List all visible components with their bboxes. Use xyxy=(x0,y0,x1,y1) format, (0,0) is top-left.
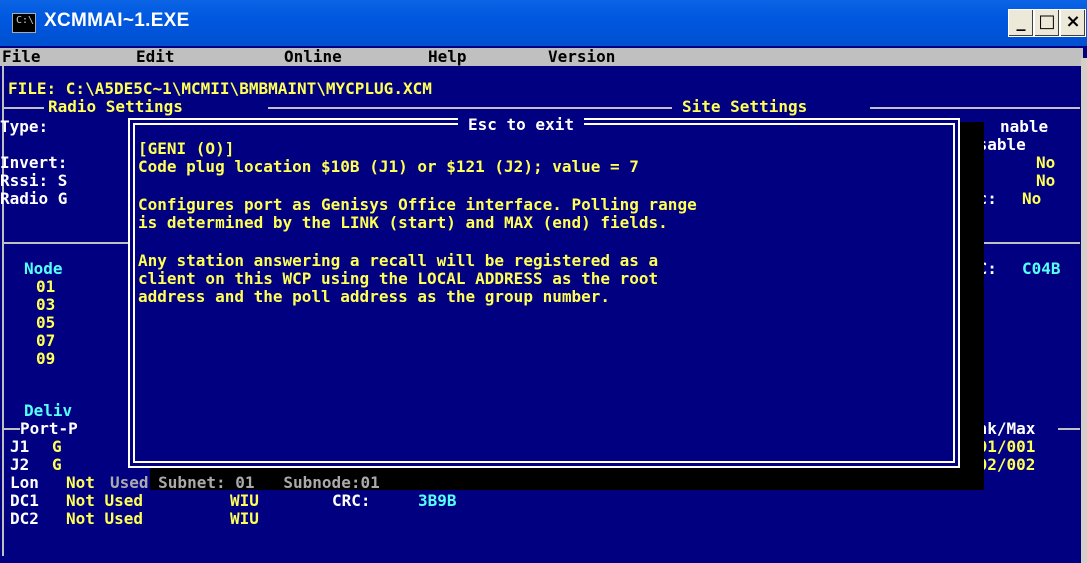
console-icon[interactable]: C:\ xyxy=(12,13,36,33)
frame-left xyxy=(2,66,4,556)
j1-value: G xyxy=(52,437,62,456)
dc1-crc-label: CRC: xyxy=(332,491,371,510)
deliv-label: Deliv xyxy=(24,401,73,420)
radio-settings-header: Radio Settings xyxy=(48,97,183,116)
popup-line: is determined by the LINK (start) and MA… xyxy=(138,213,668,232)
popup-title[interactable]: Esc to exit xyxy=(458,116,584,134)
dc2-label: DC2 xyxy=(10,509,39,528)
help-popup: Esc to exit [GENI (O)] Code plug locatio… xyxy=(128,116,960,468)
menu-file[interactable]: File xyxy=(2,48,41,66)
title-bar[interactable]: C:\ XCMMAI~1.EXE _ □ × xyxy=(0,0,1087,47)
close-button[interactable]: × xyxy=(1060,9,1086,37)
menu-version[interactable]: Version xyxy=(548,48,615,66)
divider xyxy=(268,107,672,109)
ic-value: No xyxy=(1022,189,1042,208)
window-title: XCMMAI~1.EXE xyxy=(44,10,190,31)
console-area: File Edit Online Help Version FILE: C:\A… xyxy=(0,46,1087,563)
maximize-button[interactable]: □ xyxy=(1034,9,1060,37)
console-window: C:\ XCMMAI~1.EXE _ □ × File Edit Online … xyxy=(0,0,1087,563)
radio-g-label: Radio G xyxy=(0,189,68,208)
dc1-used: Not Used xyxy=(66,491,144,510)
node-row: 07 xyxy=(36,331,56,350)
j1-label: J1 xyxy=(10,437,30,456)
j2-label: J2 xyxy=(10,455,30,474)
lon-details: Used Subnet: 01 Subnode:01 xyxy=(110,473,380,492)
divider xyxy=(870,107,1080,109)
menu-bar: File Edit Online Help Version xyxy=(0,48,1083,66)
divider xyxy=(4,428,20,430)
popup-line: Any station answering a recall will be r… xyxy=(138,251,659,270)
popup-line: address and the poll address as the grou… xyxy=(138,287,611,306)
enable-value: No xyxy=(1036,153,1056,172)
lon-used: Not xyxy=(66,473,95,492)
disable-value: No xyxy=(1036,171,1056,190)
site-settings-header: Site Settings xyxy=(682,97,808,116)
file-path: FILE: C:\A5DE5C~1\MCMII\BMBMAINT\MYCPLUG… xyxy=(8,79,432,98)
popup-line: Code plug location $10B (J1) or $121 (J2… xyxy=(138,157,639,176)
lon-label: Lon xyxy=(10,473,39,492)
j2-value: G xyxy=(52,455,62,474)
divider xyxy=(1058,428,1080,430)
dc1-label: DC1 xyxy=(10,491,39,510)
dc2-used: Not Used xyxy=(66,509,144,528)
rssi-label: Rssi: S xyxy=(0,171,68,190)
node-header: Node xyxy=(24,259,63,278)
popup-shadow xyxy=(958,122,984,472)
console-icon-glyph: C:\ xyxy=(16,15,35,26)
node-row: 09 xyxy=(36,349,56,368)
invert-label: Invert: xyxy=(0,153,68,172)
node-row: 01 xyxy=(36,277,56,296)
enable-label: nable xyxy=(1000,117,1049,136)
node-row: 03 xyxy=(36,295,56,314)
dc2-wiu: WIU xyxy=(230,509,259,528)
dc1-wiu: WIU xyxy=(230,491,259,510)
port-header: Port-P xyxy=(20,419,78,438)
popup-line: client on this WCP using the LOCAL ADDRE… xyxy=(138,269,659,288)
type-label: Type: xyxy=(0,117,49,136)
divider xyxy=(4,107,44,109)
node-row: 05 xyxy=(36,313,56,332)
popup-tag: [GENI (O)] xyxy=(138,139,235,158)
dc1-crc-value: 3B9B xyxy=(418,491,457,510)
popup-line: Configures port as Genisys Office interf… xyxy=(138,195,697,214)
scrollbar[interactable] xyxy=(1081,58,1087,563)
crc-value: C04B xyxy=(1022,259,1061,278)
menu-edit[interactable]: Edit xyxy=(136,48,175,66)
menu-help[interactable]: Help xyxy=(428,48,467,66)
menu-online[interactable]: Online xyxy=(284,48,342,66)
minimize-button[interactable]: _ xyxy=(1008,9,1034,37)
